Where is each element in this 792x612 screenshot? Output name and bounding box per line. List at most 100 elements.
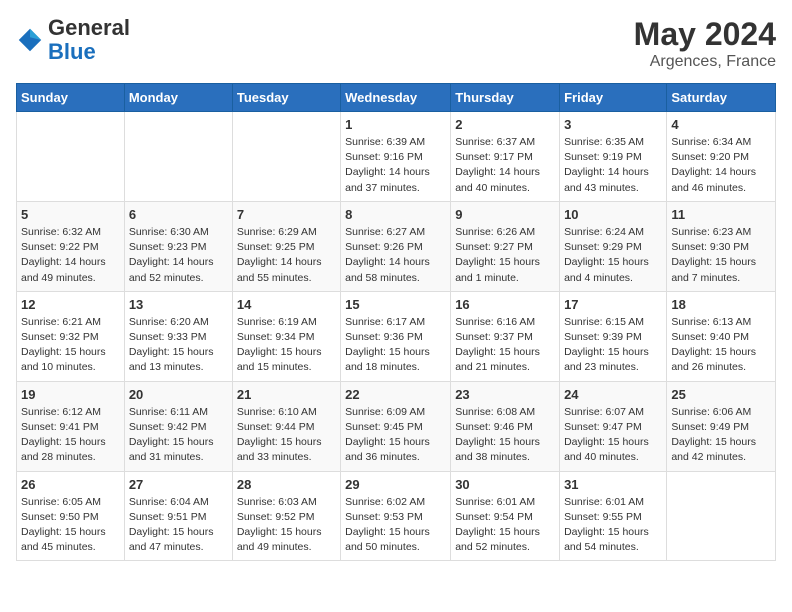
calendar-week-3: 12 Sunrise: 6:21 AMSunset: 9:32 PMDayligh…	[17, 291, 776, 381]
day-header-wednesday: Wednesday	[341, 84, 451, 112]
day-number: 23	[455, 387, 555, 402]
calendar-week-5: 26 Sunrise: 6:05 AMSunset: 9:50 PMDayligh…	[17, 471, 776, 561]
calendar-header-row: SundayMondayTuesdayWednesdayThursdayFrid…	[17, 84, 776, 112]
day-info: Sunrise: 6:12 AMSunset: 9:41 PMDaylight:…	[21, 405, 120, 466]
calendar-cell: 26 Sunrise: 6:05 AMSunset: 9:50 PMDayligh…	[17, 471, 125, 561]
day-number: 15	[345, 297, 446, 312]
calendar-cell: 29Sunrise: 6:02 AMSunset: 9:53 PMDayligh…	[341, 471, 451, 561]
day-number: 26	[21, 477, 120, 492]
calendar-cell: 5 Sunrise: 6:32 AMSunset: 9:22 PMDaylight…	[17, 201, 125, 291]
calendar-cell	[667, 471, 776, 561]
calendar-week-1: 1 Sunrise: 6:39 AMSunset: 9:16 PMDaylight…	[17, 112, 776, 202]
day-number: 14	[237, 297, 336, 312]
day-info: Sunrise: 6:23 AMSunset: 9:30 PMDaylight:…	[671, 225, 771, 286]
day-number: 12	[21, 297, 120, 312]
calendar-cell: 16 Sunrise: 6:16 AMSunset: 9:37 PMDayligh…	[451, 291, 560, 381]
day-info: Sunrise: 6:26 AMSunset: 9:27 PMDaylight:…	[455, 225, 555, 286]
calendar-cell: 27Sunrise: 6:04 AMSunset: 9:51 PMDayligh…	[124, 471, 232, 561]
day-number: 10	[564, 207, 662, 222]
day-number: 4	[671, 117, 771, 132]
calendar-cell: 24 Sunrise: 6:07 AMSunset: 9:47 PMDayligh…	[560, 381, 667, 471]
month-title: May 2024	[634, 16, 776, 53]
day-info: Sunrise: 6:13 AMSunset: 9:40 PMDaylight:…	[671, 315, 771, 376]
calendar-cell: 6 Sunrise: 6:30 AMSunset: 9:23 PMDaylight…	[124, 201, 232, 291]
day-number: 8	[345, 207, 446, 222]
day-info: Sunrise: 6:15 AMSunset: 9:39 PMDaylight:…	[564, 315, 662, 376]
calendar-cell: 12 Sunrise: 6:21 AMSunset: 9:32 PMDayligh…	[17, 291, 125, 381]
calendar-cell: 10 Sunrise: 6:24 AMSunset: 9:29 PMDayligh…	[560, 201, 667, 291]
logo-icon	[16, 26, 44, 54]
location-title: Argences, France	[634, 53, 776, 71]
day-info: Sunrise: 6:19 AMSunset: 9:34 PMDaylight:…	[237, 315, 336, 376]
calendar-cell: 18 Sunrise: 6:13 AMSunset: 9:40 PMDayligh…	[667, 291, 776, 381]
day-number: 28	[237, 477, 336, 492]
calendar-cell: 28 Sunrise: 6:03 AMSunset: 9:52 PMDayligh…	[232, 471, 340, 561]
day-number: 16	[455, 297, 555, 312]
logo-general: General	[48, 15, 130, 40]
day-info: Sunrise: 6:24 AMSunset: 9:29 PMDaylight:…	[564, 225, 662, 286]
day-number: 18	[671, 297, 771, 312]
day-number: 7	[237, 207, 336, 222]
day-header-monday: Monday	[124, 84, 232, 112]
day-info: Sunrise: 6:39 AMSunset: 9:16 PMDaylight:…	[345, 135, 446, 196]
logo-text: General Blue	[48, 16, 130, 64]
day-info: Sunrise: 6:34 AMSunset: 9:20 PMDaylight:…	[671, 135, 771, 196]
day-info: Sunrise: 6:35 AMSunset: 9:19 PMDaylight:…	[564, 135, 662, 196]
calendar-cell: 4 Sunrise: 6:34 AMSunset: 9:20 PMDaylight…	[667, 112, 776, 202]
day-info: Sunrise: 6:11 AMSunset: 9:42 PMDaylight:…	[129, 405, 228, 466]
day-number: 9	[455, 207, 555, 222]
day-info: Sunrise: 6:02 AMSunset: 9:53 PMDaylight:…	[345, 495, 446, 556]
calendar-cell: 22 Sunrise: 6:09 AMSunset: 9:45 PMDayligh…	[341, 381, 451, 471]
day-info: Sunrise: 6:32 AMSunset: 9:22 PMDaylight:…	[21, 225, 120, 286]
day-info: Sunrise: 6:16 AMSunset: 9:37 PMDaylight:…	[455, 315, 555, 376]
calendar-cell	[232, 112, 340, 202]
day-number: 1	[345, 117, 446, 132]
day-header-saturday: Saturday	[667, 84, 776, 112]
day-info: Sunrise: 6:30 AMSunset: 9:23 PMDaylight:…	[129, 225, 228, 286]
day-number: 22	[345, 387, 446, 402]
calendar-week-2: 5 Sunrise: 6:32 AMSunset: 9:22 PMDaylight…	[17, 201, 776, 291]
day-number: 21	[237, 387, 336, 402]
calendar-cell	[17, 112, 125, 202]
calendar-table: SundayMondayTuesdayWednesdayThursdayFrid…	[16, 83, 776, 561]
day-info: Sunrise: 6:09 AMSunset: 9:45 PMDaylight:…	[345, 405, 446, 466]
calendar-cell	[124, 112, 232, 202]
day-header-tuesday: Tuesday	[232, 84, 340, 112]
calendar-cell: 25 Sunrise: 6:06 AMSunset: 9:49 PMDayligh…	[667, 381, 776, 471]
calendar-cell: 31Sunrise: 6:01 AMSunset: 9:55 PMDayligh…	[560, 471, 667, 561]
day-info: Sunrise: 6:06 AMSunset: 9:49 PMDaylight:…	[671, 405, 771, 466]
day-info: Sunrise: 6:21 AMSunset: 9:32 PMDaylight:…	[21, 315, 120, 376]
day-number: 24	[564, 387, 662, 402]
day-number: 11	[671, 207, 771, 222]
calendar-cell: 20 Sunrise: 6:11 AMSunset: 9:42 PMDayligh…	[124, 381, 232, 471]
day-number: 13	[129, 297, 228, 312]
day-number: 5	[21, 207, 120, 222]
calendar-cell: 23Sunrise: 6:08 AMSunset: 9:46 PMDayligh…	[451, 381, 560, 471]
calendar-cell: 2 Sunrise: 6:37 AMSunset: 9:17 PMDaylight…	[451, 112, 560, 202]
calendar-cell: 13Sunrise: 6:20 AMSunset: 9:33 PMDayligh…	[124, 291, 232, 381]
day-info: Sunrise: 6:01 AMSunset: 9:55 PMDaylight:…	[564, 495, 662, 556]
day-number: 25	[671, 387, 771, 402]
logo: General Blue	[16, 16, 130, 64]
day-number: 27	[129, 477, 228, 492]
day-info: Sunrise: 6:05 AMSunset: 9:50 PMDaylight:…	[21, 495, 120, 556]
calendar-cell: 15Sunrise: 6:17 AMSunset: 9:36 PMDayligh…	[341, 291, 451, 381]
day-info: Sunrise: 6:07 AMSunset: 9:47 PMDaylight:…	[564, 405, 662, 466]
day-info: Sunrise: 6:27 AMSunset: 9:26 PMDaylight:…	[345, 225, 446, 286]
calendar-cell: 19Sunrise: 6:12 AMSunset: 9:41 PMDayligh…	[17, 381, 125, 471]
day-info: Sunrise: 6:37 AMSunset: 9:17 PMDaylight:…	[455, 135, 555, 196]
day-number: 17	[564, 297, 662, 312]
day-header-sunday: Sunday	[17, 84, 125, 112]
day-number: 2	[455, 117, 555, 132]
logo-blue: Blue	[48, 39, 96, 64]
day-number: 6	[129, 207, 228, 222]
day-header-thursday: Thursday	[451, 84, 560, 112]
day-info: Sunrise: 6:03 AMSunset: 9:52 PMDaylight:…	[237, 495, 336, 556]
day-number: 20	[129, 387, 228, 402]
page-header: General Blue May 2024 Argences, France	[16, 16, 776, 71]
calendar-cell: 17 Sunrise: 6:15 AMSunset: 9:39 PMDayligh…	[560, 291, 667, 381]
calendar-cell: 9 Sunrise: 6:26 AMSunset: 9:27 PMDaylight…	[451, 201, 560, 291]
calendar-cell: 21 Sunrise: 6:10 AMSunset: 9:44 PMDayligh…	[232, 381, 340, 471]
day-header-friday: Friday	[560, 84, 667, 112]
day-info: Sunrise: 6:10 AMSunset: 9:44 PMDaylight:…	[237, 405, 336, 466]
